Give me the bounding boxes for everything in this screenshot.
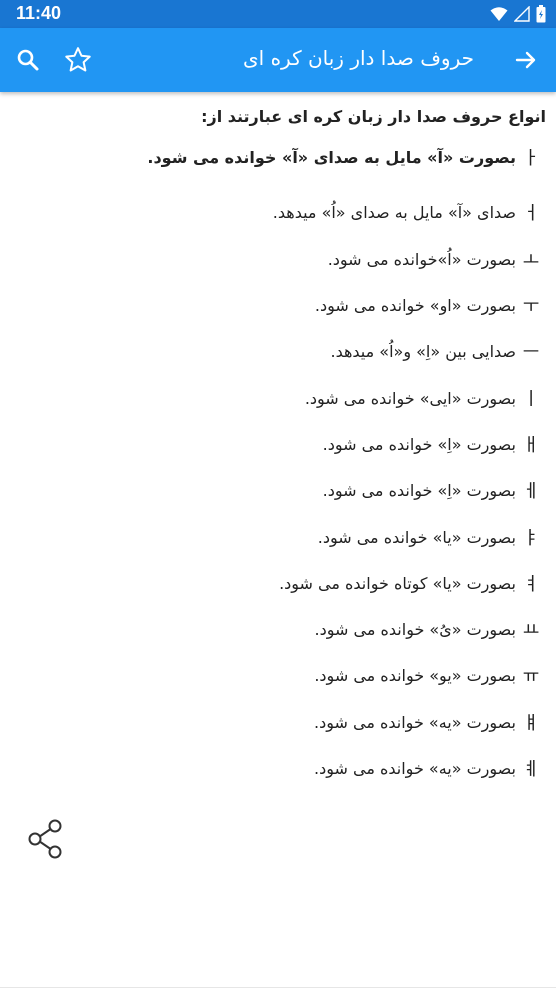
vowel-row: ㅓ صدای «آ» مایل به صدای «اُ» میدهد. (0, 199, 556, 225)
vowel-description: بصورت «اِ» خوانده می شود. (322, 480, 516, 500)
vowel-symbol: ㅑ (522, 528, 540, 549)
search-button[interactable] (12, 44, 44, 76)
vowel-symbol: ㅖ (522, 759, 540, 780)
search-icon (17, 49, 39, 71)
share-button[interactable] (26, 818, 66, 860)
article-content: انواع حروف صدا دار زبان کره ای عبارتند ا… (0, 104, 556, 781)
vowel-description: بصورت «ایی» خوانده می شود. (304, 388, 516, 408)
vowel-description: بصورت «یه» خوانده می شود. (314, 758, 516, 778)
vowel-description: بصورت «آ» مایل به صدای «آ» خوانده می شود… (147, 147, 516, 167)
page-title: حروف صدا دار زبان کره ای (243, 46, 474, 70)
vowel-description: بصورت «یه» خوانده می شود. (314, 712, 516, 732)
vowel-description: صدایی بین «اِ» و«اُ» میدهد. (330, 341, 516, 361)
vowel-description: بصورت «یا» خوانده می شود. (317, 527, 516, 547)
vowel-symbol: ㅜ (522, 296, 540, 317)
vowel-description: بصورت «یُ» خوانده می شود. (314, 619, 516, 639)
favorite-button[interactable] (62, 44, 94, 76)
vowel-symbol: ㅡ (522, 342, 540, 363)
battery-icon (536, 5, 546, 23)
arrow-forward-icon (515, 51, 536, 69)
vowel-symbol: ㅕ (522, 574, 540, 595)
vowel-row: ㅣ بصورت «ایی» خوانده می شود. (0, 385, 556, 411)
status-icons (490, 5, 546, 23)
signal-icon (514, 6, 530, 22)
vowel-symbol: ㅓ (522, 203, 540, 224)
star-outline-icon (65, 47, 91, 72)
vowel-description: بصورت «اُ»خوانده می شود. (327, 249, 516, 269)
app-bar: حروف صدا دار زبان کره ای (0, 28, 556, 92)
vowel-description: بصورت «یا» کوتاه خوانده می شود. (279, 573, 516, 593)
share-icon (28, 819, 62, 859)
wifi-icon (490, 7, 508, 21)
vowel-row: ㅖ بصورت «یه» خوانده می شود. (0, 755, 556, 781)
vowel-symbol: ㅒ (522, 713, 540, 734)
status-time: 11:40 (16, 3, 62, 23)
vowel-symbol: ㅛ (522, 620, 540, 641)
vowel-row: ㅠ بصورت «یو» خوانده می شود. (0, 662, 556, 688)
vowel-row: ㅗ بصورت «اُ»خوانده می شود. (0, 246, 556, 272)
vowel-description: بصورت «یو» خوانده می شود. (314, 665, 516, 685)
intro-text: انواع حروف صدا دار زبان کره ای عبارتند ا… (201, 107, 546, 126)
vowel-symbol: ㅠ (522, 666, 540, 687)
vowel-description: بصورت «او» خوانده می شود. (314, 295, 516, 315)
vowel-row: ㅜ بصورت «او» خوانده می شود. (0, 292, 556, 318)
status-bar: 11:40 (0, 0, 556, 28)
vowel-row: ㅕ بصورت «یا» کوتاه خوانده می شود. (0, 570, 556, 596)
vowel-description: بصورت «اِ» خوانده می شود. (322, 434, 516, 454)
vowel-symbol: ㅏ (522, 148, 540, 169)
vowel-description: صدای «آ» مایل به صدای «اُ» میدهد. (272, 202, 516, 222)
vowel-row: ㅒ بصورت «یه» خوانده می شود. (0, 709, 556, 735)
vowel-symbol: ㅗ (522, 250, 540, 271)
vowel-row: ㅐ بصورت «اِ» خوانده می شود. (0, 431, 556, 457)
vowel-symbol: ㅣ (522, 389, 540, 410)
vowel-symbol: ㅔ (522, 481, 540, 502)
vowel-symbol: ㅐ (522, 435, 540, 456)
vowel-row: ㅏ بصورت «آ» مایل به صدای «آ» خوانده می شو… (0, 144, 556, 170)
vowel-row: ㅡ صدایی بین «اِ» و«اُ» میدهد. (0, 338, 556, 364)
vowel-row: ㅛ بصورت «یُ» خوانده می شود. (0, 616, 556, 642)
back-button[interactable] (510, 44, 542, 76)
vowel-row: ㅑ بصورت «یا» خوانده می شود. (0, 524, 556, 550)
vowel-row: ㅔ بصورت «اِ» خوانده می شود. (0, 477, 556, 503)
vowel-list: ㅏ بصورت «آ» مایل به صدای «آ» خوانده می شو… (0, 144, 556, 781)
